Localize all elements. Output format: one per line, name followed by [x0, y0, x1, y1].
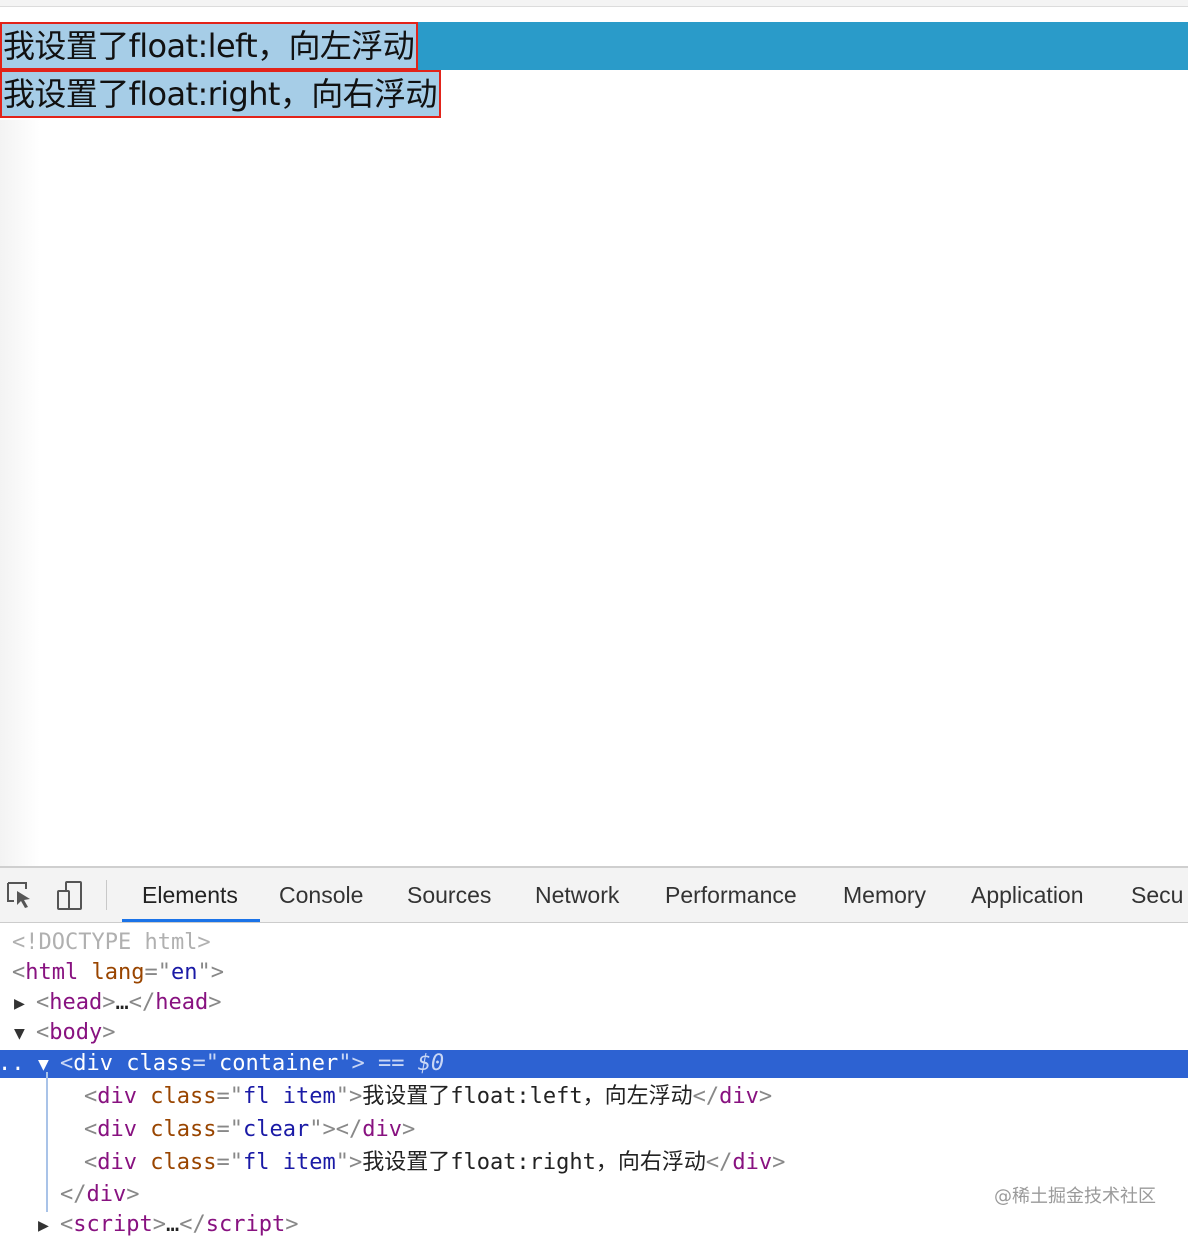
expand-triangle-icon[interactable]: ▶: [38, 1211, 60, 1241]
tab-performance[interactable]: Performance: [665, 868, 797, 922]
child1-class-attr: class: [150, 1084, 217, 1109]
dom-child-fl-left[interactable]: <div class="fl item">我设置了float:left，向左浮动…: [84, 1082, 772, 1112]
child3-text: 我设置了float:right，向右浮动: [362, 1150, 706, 1175]
devtools-toolbar: Elements Console Sources Network Perform…: [0, 868, 1188, 923]
float-left-item: 我设置了float:left，向左浮动: [0, 22, 419, 70]
head-close-tag: head: [155, 990, 209, 1015]
dom-script-node[interactable]: ▶ <script>…</script>: [38, 1210, 298, 1240]
tab-memory[interactable]: Memory: [843, 868, 926, 922]
float-right-item: 我设置了float:right，向右浮动: [0, 70, 441, 118]
dom-doctype[interactable]: <!DOCTYPE html>: [12, 928, 211, 958]
container-class-attr: class: [126, 1051, 193, 1076]
browser-top-edge: [0, 0, 1188, 7]
doctype-text: <!DOCTYPE html>: [12, 930, 211, 955]
device-toolbar-icon[interactable]: [54, 879, 86, 911]
tab-console[interactable]: Console: [279, 868, 363, 922]
dom-html-node[interactable]: <html lang="en">: [12, 958, 224, 988]
child1-text: 我设置了float:left，向左浮动: [362, 1084, 693, 1109]
toolbar-separator: [106, 880, 107, 910]
script-close-tag: script: [205, 1212, 286, 1237]
page-viewport: 我设置了float:left，向左浮动 我设置了float:right，向右浮动: [0, 0, 1188, 866]
head-ellipsis: …: [115, 990, 129, 1015]
child3-class-value: fl item: [242, 1150, 336, 1175]
tab-network[interactable]: Network: [535, 868, 619, 922]
child3-div-tag: div: [97, 1150, 137, 1175]
dom-container-node-selected[interactable]: .. ▼ <div class="container"> == $0: [0, 1050, 1188, 1078]
child1-div-tag: div: [97, 1084, 137, 1109]
html-lang-attr: lang: [91, 960, 145, 985]
html-lang-value: en: [170, 960, 198, 985]
tab-sources[interactable]: Sources: [407, 868, 491, 922]
child3-close-tag: div: [732, 1150, 773, 1175]
dom-container-close[interactable]: </div>: [60, 1180, 140, 1210]
child3-class-attr: class: [150, 1150, 217, 1175]
selected-marker: == $0: [377, 1051, 445, 1076]
container-class-value: container: [218, 1051, 339, 1076]
expand-triangle-icon[interactable]: ▶: [14, 989, 36, 1019]
child2-class-attr: class: [150, 1117, 217, 1142]
collapse-triangle-icon[interactable]: ▼: [38, 1051, 60, 1079]
active-tab-underline: [122, 919, 260, 922]
dom-head-node[interactable]: ▶ <head>…</head>: [14, 988, 221, 1018]
container-div-tag: div: [73, 1051, 113, 1076]
script-ellipsis: …: [165, 1212, 180, 1237]
tab-application[interactable]: Application: [971, 868, 1084, 922]
child2-div-tag: div: [97, 1117, 137, 1142]
row-dots: ..: [0, 1051, 25, 1076]
child2-close-tag: div: [362, 1117, 402, 1142]
left-shadow: [0, 120, 40, 866]
dom-child-clear[interactable]: <div class="clear"></div>: [84, 1115, 415, 1145]
child2-class-value: clear: [242, 1117, 310, 1142]
dom-body-node[interactable]: ▼ <body>: [14, 1018, 115, 1048]
container-close-tag: div: [86, 1182, 127, 1207]
devtools-panel: Elements Console Sources Network Perform…: [0, 866, 1188, 1240]
head-tag: head: [49, 990, 103, 1015]
child1-close-tag: div: [719, 1084, 759, 1109]
inspect-element-icon[interactable]: [4, 879, 36, 911]
script-tag: script: [73, 1212, 153, 1237]
collapse-triangle-icon[interactable]: ▼: [14, 1019, 36, 1049]
body-tag: body: [49, 1020, 103, 1045]
tab-elements[interactable]: Elements: [142, 868, 238, 922]
dom-child-fl-right[interactable]: <div class="fl item">我设置了float:right，向右浮…: [84, 1148, 785, 1178]
watermark: @稀土掘金技术社区: [994, 1186, 1156, 1207]
indent-guide: [46, 1072, 48, 1212]
html-tag: html: [25, 960, 79, 985]
child1-class-value: fl item: [242, 1084, 336, 1109]
tab-security[interactable]: Secu: [1131, 868, 1183, 922]
